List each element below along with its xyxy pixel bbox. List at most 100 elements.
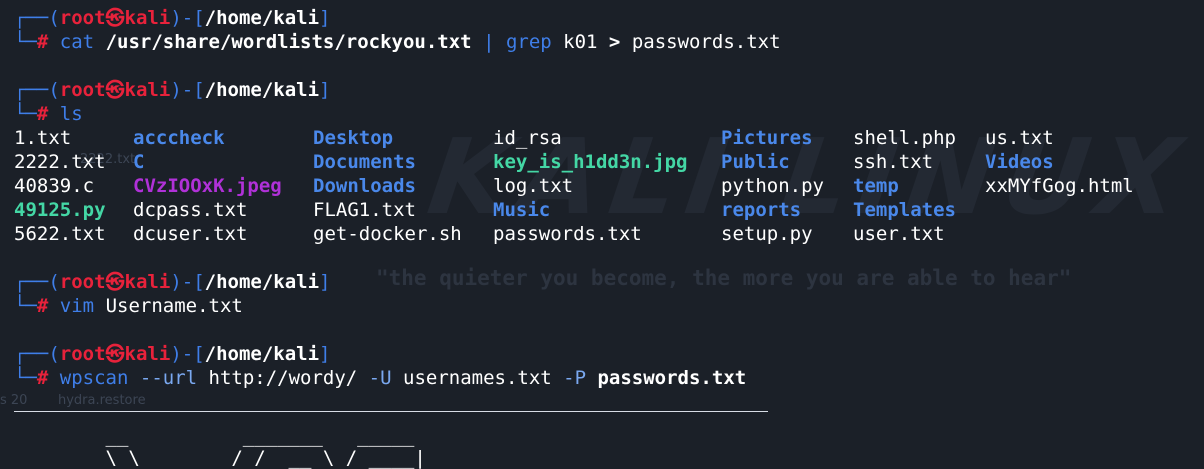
ls-file-entry: log.txt: [493, 175, 574, 197]
prompt-user: root: [59, 79, 106, 101]
ls-file-entry: ssh.txt: [853, 151, 934, 173]
prompt-path: /home/kali: [204, 79, 320, 101]
command-line: └─# wpscan --url http://wordy/ -U userna…: [14, 366, 746, 390]
kali-watermark-tagline: "the quieter you become, the more you ar…: [376, 266, 1072, 290]
command-line: └─# ls: [14, 102, 83, 126]
prompt-line: ┌──(root㉿kali)-[/home/kali]: [14, 78, 330, 102]
prompt-bracket: ┌──(: [14, 7, 60, 29]
ls-directory-entry: Music: [493, 199, 551, 221]
ls-file-entry: setup.py: [721, 223, 813, 245]
ls-directory-entry: Templates: [853, 199, 956, 221]
ls-file-entry: id_rsa: [493, 127, 562, 149]
ls-file-entry: xxMYfGog.html: [985, 175, 1134, 197]
command-token: passwords.txt: [620, 31, 781, 53]
ls-file-entry: us.txt: [985, 127, 1054, 149]
prompt-path: /home/kali: [204, 343, 320, 365]
ls-file-entry: get-docker.sh: [313, 223, 462, 245]
ls-file-entry: 40839.c: [14, 175, 95, 197]
ls-directory-entry: Desktop: [313, 127, 394, 149]
ls-file-entry: dcpass.txt: [133, 199, 248, 221]
prompt-path: /home/kali: [204, 271, 320, 293]
command-token: http://wordy/: [197, 367, 358, 389]
command-token: passwords.txt: [586, 367, 747, 389]
prompt-corner: └─: [14, 103, 37, 125]
command-token: --url: [128, 367, 198, 389]
ls-file-entry: 1.txt: [14, 127, 72, 149]
prompt-corner: └─: [14, 31, 37, 53]
command-token: wpscan: [59, 367, 129, 389]
prompt-bracket: ]: [319, 7, 331, 29]
ls-file-entry: user.txt: [853, 223, 945, 245]
command-token: Username.txt: [94, 295, 243, 317]
ls-directory-entry: Public: [721, 151, 790, 173]
banner-separator-line: [14, 411, 768, 412]
prompt-bracket: )-[: [170, 271, 205, 293]
command-token: cat: [59, 31, 95, 53]
command-token: vim: [59, 295, 95, 317]
prompt-line: ┌──(root㉿kali)-[/home/kali]: [14, 342, 330, 366]
command-token: grep: [505, 31, 552, 53]
ls-file-entry: 5622.txt: [14, 223, 106, 245]
skull-icon: ㉿: [105, 271, 125, 293]
skull-icon: ㉿: [105, 343, 125, 365]
ls-file-entry: 2222.txt: [14, 151, 106, 173]
ls-file-entry: python.py: [721, 175, 824, 197]
terminal-window[interactable]: KALI LINUX "the quieter you become, the …: [0, 0, 1204, 469]
prompt-bracket: ]: [319, 271, 331, 293]
skull-icon: ㉿: [105, 7, 125, 29]
ls-file-entry: key_is_h1dd3n.jpg: [493, 151, 688, 173]
prompt-bracket: ]: [319, 343, 331, 365]
command-token: ls: [59, 103, 83, 125]
prompt-bracket: )-[: [170, 343, 205, 365]
ls-file-entry: 49125.py: [14, 199, 106, 221]
prompt-host: kali: [124, 7, 171, 29]
command-token: -U: [357, 367, 392, 389]
prompt-host: kali: [124, 271, 171, 293]
prompt-hash: #: [36, 103, 49, 125]
prompt-hash: #: [36, 367, 49, 389]
prompt-line: ┌──(root㉿kali)-[/home/kali]: [14, 6, 330, 30]
ls-directory-entry: reports: [721, 199, 802, 221]
prompt-host: kali: [124, 79, 171, 101]
ls-directory-entry: Downloads: [313, 175, 416, 197]
ls-file-entry: shell.php: [853, 127, 956, 149]
ls-directory-entry: temp: [853, 175, 899, 197]
prompt-line: ┌──(root㉿kali)-[/home/kali]: [14, 270, 330, 294]
ls-file-entry: dcuser.txt: [133, 223, 248, 245]
wpscan-ascii-banner: __ _______ _____ \ \ / / __ \ / ____|: [105, 425, 426, 469]
prompt-bracket: ┌──(: [14, 79, 60, 101]
background-ghost-text: hydra.restore: [58, 393, 146, 408]
prompt-user: root: [59, 271, 106, 293]
prompt-hash: #: [36, 31, 49, 53]
prompt-path: /home/kali: [204, 7, 320, 29]
skull-icon: ㉿: [105, 79, 125, 101]
prompt-bracket: ┌──(: [14, 271, 60, 293]
prompt-hash: #: [36, 295, 49, 317]
prompt-user: root: [59, 7, 106, 29]
command-token: /usr/share/wordlists/rockyou.txt: [94, 31, 472, 53]
prompt-corner: └─: [14, 295, 37, 317]
command-line: └─# vim Username.txt: [14, 294, 243, 318]
prompt-user: root: [59, 343, 106, 365]
ls-directory-entry: Documents: [313, 151, 416, 173]
prompt-bracket: ┌──(: [14, 343, 60, 365]
prompt-bracket: ]: [319, 79, 331, 101]
background-ghost-text: s 20: [0, 393, 28, 408]
prompt-bracket: )-[: [170, 7, 205, 29]
ls-directory-entry: acccheck: [133, 127, 225, 149]
ls-directory-entry: Pictures: [721, 127, 813, 149]
prompt-bracket: )-[: [170, 79, 205, 101]
prompt-host: kali: [124, 343, 171, 365]
ls-file-entry: FLAG1.txt: [313, 199, 416, 221]
command-token: >: [608, 31, 621, 53]
ls-file-entry: passwords.txt: [493, 223, 642, 245]
command-token: k01: [551, 31, 609, 53]
ls-file-entry: CVzIOOxK.jpeg: [133, 175, 282, 197]
command-line: └─# cat /usr/share/wordlists/rockyou.txt…: [14, 30, 781, 54]
ls-directory-entry: C: [133, 151, 145, 173]
command-token: -P: [551, 367, 587, 389]
